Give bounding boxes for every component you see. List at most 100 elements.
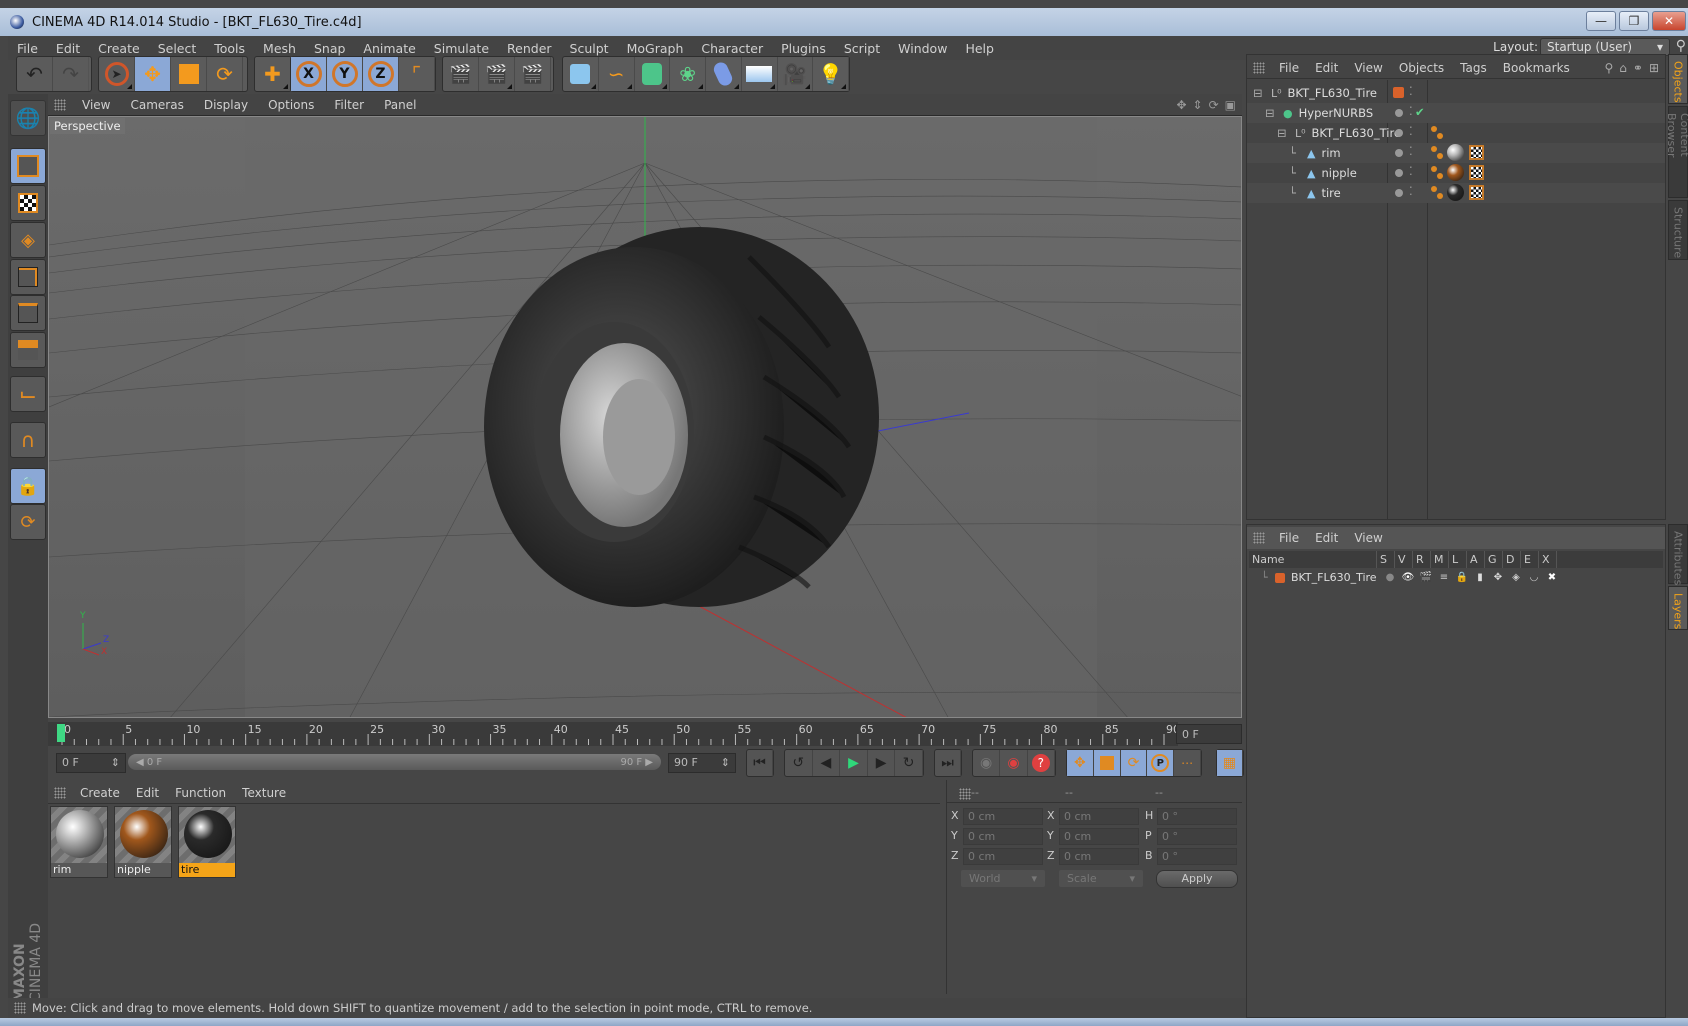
layer-column-s[interactable]: S [1377, 551, 1395, 568]
keyframe-selection-button[interactable]: ? [1028, 750, 1055, 776]
undo-button[interactable]: ↶ [17, 57, 53, 91]
tab-layers[interactable]: Layers [1668, 586, 1688, 630]
layer-color-swatch[interactable] [1275, 572, 1285, 583]
animation-icon[interactable]: ▮ [1471, 572, 1489, 583]
viewport-menu-display[interactable]: Display [194, 98, 258, 112]
editor-visibility-dot[interactable] [1395, 129, 1403, 137]
camera-button[interactable]: 🎥 [778, 57, 814, 91]
menu-create[interactable]: Create [89, 41, 149, 56]
menu-character[interactable]: Character [692, 41, 772, 56]
apply-button[interactable]: Apply [1156, 870, 1238, 888]
rotation-b-field[interactable]: 0 ° [1157, 848, 1237, 865]
panel-grip-icon[interactable] [54, 98, 66, 111]
size-x-field[interactable]: 0 cm [1059, 808, 1139, 825]
recent-tool-button[interactable]: ✚ [255, 57, 291, 91]
menu-snap[interactable]: Snap [305, 41, 354, 56]
layer-column-m[interactable]: M [1431, 551, 1449, 568]
viewport-menu-options[interactable]: Options [258, 98, 324, 112]
tab-attributes[interactable]: Attributes [1668, 524, 1688, 585]
home-icon[interactable]: ⌂ [1619, 61, 1627, 75]
go-to-start-button[interactable]: ⏮ [747, 750, 773, 776]
menu-simulate[interactable]: Simulate [425, 41, 498, 56]
phong-tag-icon[interactable] [1431, 166, 1437, 172]
restore-button[interactable]: ❐ [1619, 11, 1649, 31]
viewport-menu-panel[interactable]: Panel [374, 98, 426, 112]
subdivision-surface-button[interactable] [635, 57, 671, 91]
panel-grip-icon[interactable] [1253, 61, 1265, 74]
material-tag-icon[interactable] [1447, 144, 1464, 161]
object-row[interactable]: ⊟ L⁰ BKT_FL630_Tire ⁚ [1247, 83, 1665, 103]
deformer-button[interactable] [706, 57, 742, 91]
layer-menu-view[interactable]: View [1346, 531, 1390, 545]
previous-key-button[interactable]: ↺ [785, 750, 813, 776]
texture-mode-button[interactable] [10, 185, 46, 221]
y-axis-lock-button[interactable]: Y [327, 57, 363, 91]
viewport-menu-filter[interactable]: Filter [324, 98, 374, 112]
render-visibility-dots[interactable]: ⁚ [1409, 184, 1413, 198]
phong-tag-icon[interactable] [1431, 146, 1437, 152]
edit-render-settings-button[interactable]: 🎬 [515, 57, 551, 91]
expressions-icon[interactable]: ◡ [1525, 572, 1543, 583]
workplane-button[interactable]: ◈ [10, 222, 46, 258]
render-view-button[interactable]: 🎬 [443, 57, 479, 91]
object-row[interactable]: ⊟ L⁰ BKT_FL630_Tire ⁚ [1247, 123, 1665, 143]
size-y-field[interactable]: 0 cm [1059, 828, 1139, 845]
visible-in-editor-icon[interactable]: 👁 [1399, 572, 1417, 583]
scale-tool-button[interactable] [171, 57, 207, 91]
next-frame-button[interactable]: ▶ [868, 750, 896, 776]
object-row[interactable]: └ ▲ rim ⁚ [1247, 143, 1665, 163]
panel-grip-icon[interactable] [54, 786, 66, 799]
phong-tag-icon[interactable] [1431, 186, 1437, 192]
tab-content-browser[interactable]: Content Browser [1665, 106, 1688, 198]
menu-script[interactable]: Script [835, 41, 889, 56]
material-menu-function[interactable]: Function [167, 786, 234, 800]
coordinate-system-button[interactable]: ⌜ [399, 57, 435, 91]
rotation-track-button[interactable]: ⟳ [1120, 750, 1148, 776]
texture-tag-icon[interactable] [1469, 145, 1484, 160]
end-frame-field[interactable]: 90 F ⇕ [668, 753, 736, 773]
object-menu-tags[interactable]: Tags [1452, 61, 1495, 75]
polygons-mode-button[interactable] [10, 332, 46, 368]
menu-animate[interactable]: Animate [354, 41, 424, 56]
start-frame-field[interactable]: 0 F ⇕ [56, 753, 126, 773]
object-row[interactable]: ⊟ ● HyperNURBS ⁚ ✔ [1247, 103, 1665, 123]
panel-grip-icon[interactable] [1253, 532, 1265, 544]
material-swatch-nipple[interactable]: nipple [114, 806, 172, 878]
layer-menu-edit[interactable]: Edit [1307, 531, 1346, 545]
object-menu-view[interactable]: View [1346, 61, 1390, 75]
frame-range-slider[interactable]: ◀ 0 F 90 F ▶ [128, 754, 661, 770]
object-menu-file[interactable]: File [1271, 61, 1307, 75]
material-tag-icon[interactable] [1447, 184, 1464, 201]
scale-track-button[interactable] [1093, 750, 1121, 776]
editor-visibility-dot[interactable] [1395, 109, 1403, 117]
panel-grip-icon[interactable] [959, 788, 971, 800]
editor-visibility-dot[interactable] [1395, 189, 1403, 197]
viewport-menu-view[interactable]: View [72, 98, 120, 112]
search-icon[interactable]: ⚲ [1604, 61, 1613, 75]
previous-frame-button[interactable]: ◀ [813, 750, 841, 776]
rotation-h-field[interactable]: 0 ° [1157, 808, 1237, 825]
make-editable-button[interactable]: 🌐 [10, 100, 46, 136]
editor-visibility-dot[interactable] [1395, 169, 1403, 177]
render-visibility-dots[interactable]: ⁚ [1409, 124, 1413, 138]
new-manager-icon[interactable]: ⊞ [1649, 61, 1659, 75]
go-to-end-button[interactable]: ⏭ [935, 750, 961, 776]
orbit-icon[interactable]: ⟳ [1209, 98, 1219, 112]
autokeying-button[interactable]: ◉ [1000, 750, 1028, 776]
perspective-viewport[interactable]: Y Z X [48, 116, 1242, 718]
editor-visibility-dot[interactable] [1395, 149, 1403, 157]
snap-button[interactable]: ∩ [10, 422, 46, 458]
layer-column-name[interactable]: Name [1249, 551, 1377, 568]
layer-column-l[interactable]: L [1449, 551, 1467, 568]
viewport-menu-cameras[interactable]: Cameras [120, 98, 193, 112]
menu-tools[interactable]: Tools [205, 41, 254, 56]
menu-file[interactable]: File [8, 41, 47, 56]
point-level-animation-button[interactable]: ⋯ [1174, 750, 1201, 776]
enabled-check-icon[interactable]: ✔ [1415, 105, 1425, 119]
render-visibility-dots[interactable]: ⁚ [1409, 84, 1413, 98]
redo-button[interactable]: ↷ [53, 57, 89, 91]
edges-mode-button[interactable] [10, 295, 46, 331]
tree-expander[interactable]: ⊟ [1277, 126, 1291, 140]
size-mode-select[interactable]: Scale ▾ [1059, 870, 1143, 887]
menu-edit[interactable]: Edit [47, 41, 89, 56]
